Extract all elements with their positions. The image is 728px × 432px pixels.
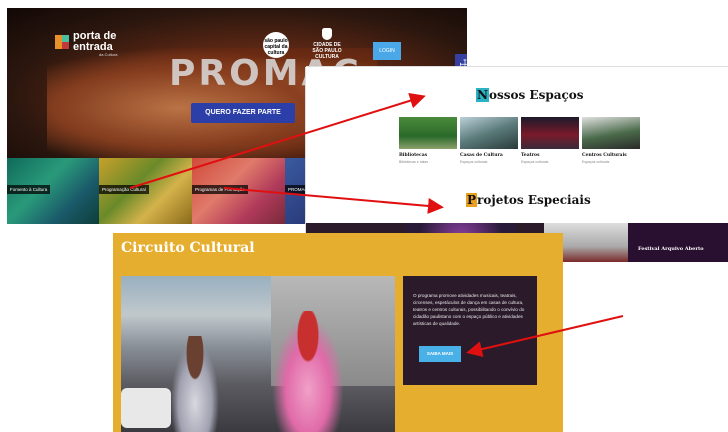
learn-more-button[interactable]: SAIBA MAIS bbox=[419, 346, 461, 362]
project-card-festival[interactable] bbox=[628, 223, 728, 262]
space-card-title: Centros Culturais bbox=[582, 153, 627, 158]
join-button[interactable]: QUERO FAZER PARTE bbox=[191, 103, 295, 123]
photo-child bbox=[169, 336, 221, 432]
photo-clown bbox=[269, 311, 347, 432]
heading-rest: rojetos Especiais bbox=[477, 193, 591, 207]
space-card-centros-culturais[interactable]: Centros Culturais Espaços culturais bbox=[582, 117, 640, 164]
space-card-subtitle: Bibliotecas e salas bbox=[399, 160, 428, 164]
category-label: Programação Cultural bbox=[99, 185, 149, 194]
heading-rest: ossos Espaços bbox=[488, 88, 584, 102]
logo-subtitle: da Cultura bbox=[99, 52, 118, 57]
city-crest-icon bbox=[322, 28, 332, 40]
heading-highlight-letter: P bbox=[466, 193, 478, 207]
space-card-image bbox=[399, 117, 457, 149]
circuito-description: O programa promove atividades musicais, … bbox=[413, 293, 525, 326]
space-card-subtitle: Espaços culturais bbox=[521, 160, 549, 164]
space-card-image bbox=[521, 117, 579, 149]
city-logo-line3: CULTURA bbox=[315, 54, 339, 60]
category-label: Fomento à Cultura bbox=[7, 185, 51, 194]
space-card-title: Casas de Cultura bbox=[460, 153, 503, 158]
category-tile-fomento[interactable]: Fomento à Cultura bbox=[7, 158, 99, 224]
circuito-photo bbox=[121, 276, 395, 432]
site-logo[interactable]: porta de entrada bbox=[73, 31, 116, 53]
login-button[interactable]: LOGIN bbox=[373, 42, 401, 60]
space-card-title: Bibliotecas bbox=[399, 153, 428, 158]
circuito-title: Circuito Cultural bbox=[121, 240, 255, 256]
space-card-casas-de-cultura[interactable]: Casas de Cultura Espaços culturais bbox=[460, 117, 518, 164]
category-tile-programacao[interactable]: Programação Cultural bbox=[99, 158, 192, 224]
space-card-subtitle: Espaços culturais bbox=[460, 160, 488, 164]
heading-highlight-letter: N bbox=[476, 88, 489, 102]
city-logo: CIDADE DE SÃO PAULO CULTURA bbox=[305, 28, 349, 60]
space-card-image bbox=[582, 117, 640, 149]
projects-heading: Projetos Especiais bbox=[466, 193, 591, 207]
space-card-bibliotecas[interactable]: Bibliotecas Bibliotecas e salas bbox=[399, 117, 457, 164]
photo-car bbox=[121, 388, 171, 428]
spaces-heading: Nossos Espaços bbox=[476, 88, 584, 102]
category-tile-promac[interactable]: PROMAC bbox=[285, 158, 311, 224]
festival-label: Festival Arquivo Aberto bbox=[638, 246, 704, 252]
space-card-subtitle: Espaços culturais bbox=[582, 160, 610, 164]
category-strip: Fomento à Cultura Programação Cultural P… bbox=[7, 158, 311, 224]
space-card-teatros[interactable]: Teatros Espaços culturais bbox=[521, 117, 579, 164]
space-card-title: Teatros bbox=[521, 153, 540, 158]
category-tile-formacao[interactable]: Programas de Formação bbox=[192, 158, 285, 224]
circuito-info-box: O programa promove atividades musicais, … bbox=[403, 276, 537, 385]
logo-icon bbox=[55, 35, 69, 49]
partner-badge: são paulo capital da cultura bbox=[263, 32, 289, 58]
category-label: Programas de Formação bbox=[192, 185, 248, 194]
circuito-section: Circuito Cultural O programa promove ati… bbox=[113, 233, 563, 432]
space-card-image bbox=[460, 117, 518, 149]
